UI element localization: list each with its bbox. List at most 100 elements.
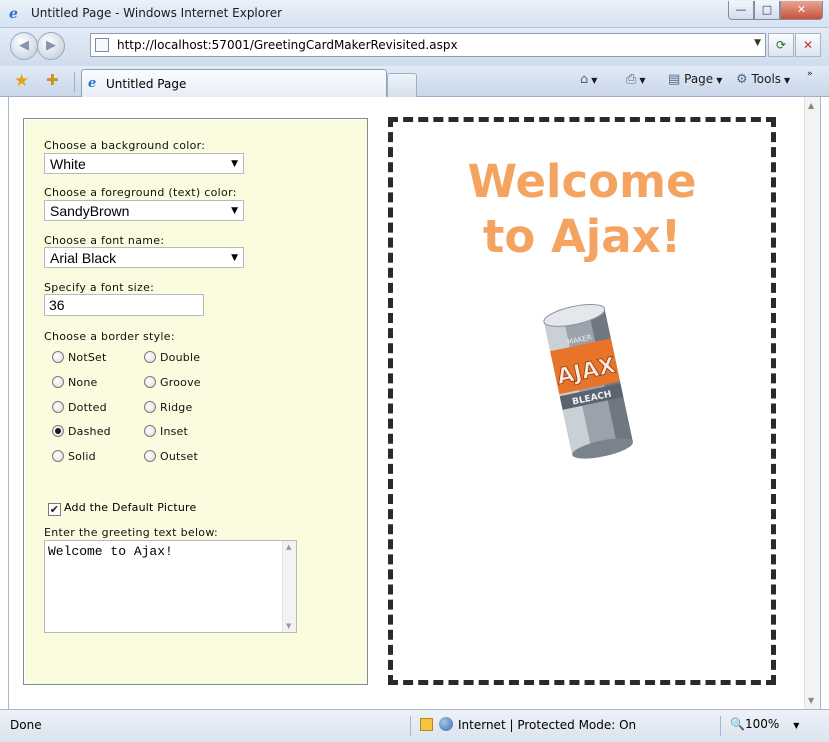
radio-label: NotSet xyxy=(68,351,107,364)
bg-color-select[interactable]: White ▼ xyxy=(44,153,244,174)
radio-label: Groove xyxy=(160,376,201,389)
more-commands-button[interactable]: » xyxy=(807,69,813,79)
chevron-down-icon: ▼ xyxy=(231,253,238,263)
ie-logo-icon: e xyxy=(9,6,18,22)
back-button[interactable]: ◀ xyxy=(10,32,38,60)
page-content: Choose a background color: White ▼ Choos… xyxy=(8,97,821,709)
scroll-down-icon[interactable]: ▼ xyxy=(808,696,814,705)
radio-label: None xyxy=(68,376,98,389)
refresh-button[interactable]: ⟳ xyxy=(768,33,794,57)
radio-groove[interactable]: Groove xyxy=(144,376,201,389)
stop-button[interactable]: ✕ xyxy=(795,33,821,57)
chevron-down-icon: ▼ xyxy=(591,76,598,85)
chevron-down-icon: ▼ xyxy=(231,206,238,216)
radio-circle-icon xyxy=(144,401,156,413)
address-input[interactable]: http://localhost:57001/GreetingCardMaker… xyxy=(90,33,766,57)
radio-double[interactable]: Double xyxy=(144,351,200,364)
card-options-panel: Choose a background color: White ▼ Choos… xyxy=(23,118,368,685)
gear-icon: ⚙ xyxy=(736,72,748,87)
radio-label: Dotted xyxy=(68,401,107,414)
radio-label: Outset xyxy=(160,450,198,463)
tab-untitled-page[interactable]: e Untitled Page xyxy=(81,69,387,97)
radio-circle-icon xyxy=(52,351,64,363)
bg-color-value: White xyxy=(50,156,86,172)
radio-circle-icon xyxy=(52,376,64,388)
fg-color-label: Choose a foreground (text) color: xyxy=(44,186,237,199)
shield-icon xyxy=(420,718,433,731)
card-line-1: Welcome xyxy=(467,155,697,208)
page-scrollbar[interactable]: ▲ ▼ xyxy=(804,97,820,709)
chevron-down-icon: ▼ xyxy=(793,721,800,730)
scroll-down-icon[interactable]: ▼ xyxy=(286,622,291,630)
radio-label: Inset xyxy=(160,425,189,438)
home-button[interactable]: ⌂ ▼ xyxy=(580,72,597,87)
radio-ridge[interactable]: Ridge xyxy=(144,401,192,414)
add-favorites-icon[interactable]: ✚ xyxy=(46,71,59,89)
bg-color-label: Choose a background color: xyxy=(44,139,206,152)
status-divider xyxy=(410,716,411,736)
status-bar: Done Internet | Protected Mode: On 🔍100%… xyxy=(0,709,829,742)
font-name-select[interactable]: Arial Black ▼ xyxy=(44,247,244,268)
window-title: Untitled Page - Windows Internet Explore… xyxy=(31,6,283,20)
fg-color-select[interactable]: SandyBrown ▼ xyxy=(44,200,244,221)
checkmark-icon: ✔ xyxy=(48,503,61,516)
chevron-down-icon: ▼ xyxy=(639,76,646,85)
maximize-button[interactable]: □ xyxy=(754,1,780,20)
tools-menu-button[interactable]: ⚙ Tools ▼ xyxy=(736,72,790,87)
radio-notset[interactable]: NotSet xyxy=(52,351,107,364)
font-size-value: 36 xyxy=(49,297,65,313)
radio-inset[interactable]: Inset xyxy=(144,425,188,438)
minimize-button[interactable]: — xyxy=(728,1,754,20)
chevron-down-icon: ▼ xyxy=(231,159,238,169)
status-text: Done xyxy=(10,718,42,732)
page-menu-label: Page xyxy=(684,72,714,86)
tab-label: Untitled Page xyxy=(106,77,187,91)
textarea-scrollbar[interactable]: ▲ ▼ xyxy=(282,541,296,632)
address-dropdown-icon[interactable]: ▼ xyxy=(754,38,761,48)
toolbar-divider xyxy=(74,72,75,92)
font-size-input[interactable]: 36 xyxy=(44,294,204,316)
scroll-up-icon[interactable]: ▲ xyxy=(808,101,814,110)
default-picture-checkbox[interactable]: ✔ Add the Default Picture xyxy=(48,501,196,516)
radio-solid[interactable]: Solid xyxy=(52,450,96,463)
card-greeting: Welcome to Ajax! xyxy=(393,154,771,264)
ie-tab-icon: e xyxy=(88,76,97,91)
radio-circle-icon xyxy=(52,401,64,413)
scroll-up-icon[interactable]: ▲ xyxy=(286,543,291,551)
zoom-control[interactable]: 🔍100% ▼ xyxy=(730,717,799,731)
zone-label: Internet | Protected Mode: On xyxy=(458,718,637,732)
radio-dotted[interactable]: Dotted xyxy=(52,401,107,414)
font-name-label: Choose a font name: xyxy=(44,234,165,247)
tab-bar: ★ ✚ e Untitled Page ⌂ ▼ ⎙ ▼ ▤ Page ▼ ⚙ Tool… xyxy=(0,66,829,97)
radio-circle-icon xyxy=(144,351,156,363)
radio-dashed[interactable]: Dashed xyxy=(52,425,111,438)
radio-label: Double xyxy=(160,351,201,364)
radio-label: Dashed xyxy=(68,425,111,438)
tools-menu-label: Tools xyxy=(751,72,782,86)
close-window-button[interactable]: ✕ xyxy=(780,1,823,20)
print-button[interactable]: ⎙ ▼ xyxy=(626,72,646,87)
radio-label: Ridge xyxy=(160,401,193,414)
page-icon: ▤ xyxy=(668,72,681,87)
radio-circle-icon xyxy=(144,376,156,388)
forward-button[interactable]: ▶ xyxy=(37,32,65,60)
zoom-level: 100% xyxy=(744,717,780,731)
page-menu-button[interactable]: ▤ Page ▼ xyxy=(668,72,722,87)
chevron-down-icon: ▼ xyxy=(716,76,723,85)
radio-none[interactable]: None xyxy=(52,376,98,389)
printer-icon: ⎙ xyxy=(626,72,637,87)
radio-label: Solid xyxy=(68,450,96,463)
greeting-textarea[interactable]: Welcome to Ajax! ▲ ▼ xyxy=(44,540,297,633)
default-picture-label: Add the Default Picture xyxy=(64,501,197,514)
page-icon xyxy=(95,38,109,52)
favorites-star-icon[interactable]: ★ xyxy=(14,71,29,91)
security-zone[interactable]: Internet | Protected Mode: On xyxy=(420,717,636,732)
address-toolbar: ◀ ▶ http://localhost:57001/GreetingCardM… xyxy=(0,28,829,66)
title-bar: e Untitled Page - Windows Internet Explo… xyxy=(0,0,829,28)
radio-outset[interactable]: Outset xyxy=(144,450,198,463)
radio-circle-icon xyxy=(52,450,64,462)
new-tab-button[interactable] xyxy=(387,73,417,97)
radio-circle-icon xyxy=(144,425,156,437)
radio-circle-icon xyxy=(144,450,156,462)
home-icon: ⌂ xyxy=(580,72,589,87)
